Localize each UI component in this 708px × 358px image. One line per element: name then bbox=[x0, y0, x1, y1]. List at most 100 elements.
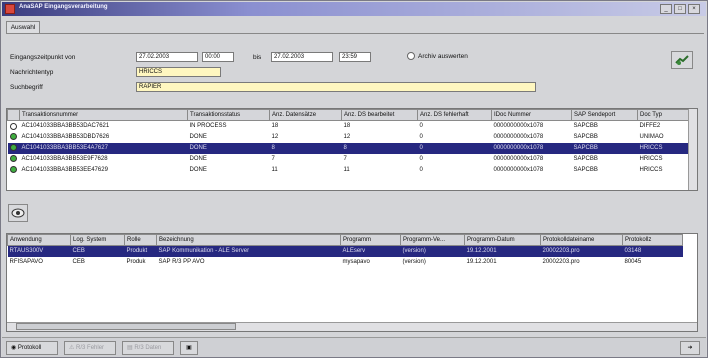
eye-icon: ◉ bbox=[11, 345, 18, 351]
to-date-field[interactable]: 27.02.2003 bbox=[271, 52, 333, 62]
execute-button[interactable] bbox=[671, 51, 693, 69]
table-row[interactable]: AC1041033BBA3BB53E9F7628 DONE 7 7 0 000000000… bbox=[8, 154, 691, 165]
table-cell: AC1041033BBA3BB53E9F7628 bbox=[21, 156, 108, 162]
maximize-button[interactable]: □ bbox=[674, 4, 686, 14]
column-header[interactable]: Transaktionsstatus bbox=[187, 109, 270, 121]
column-header[interactable]: Programm-Ve... bbox=[400, 234, 465, 246]
column-header[interactable]: Anz. Datensätze bbox=[269, 109, 342, 121]
status-cell bbox=[8, 165, 20, 176]
table-cell: CEB bbox=[72, 259, 85, 265]
table-cell: (version) bbox=[400, 245, 465, 257]
table-cell: AC1041033BBA3BB53DBD7626 bbox=[21, 134, 110, 140]
minimize-button[interactable]: _ bbox=[660, 4, 672, 14]
column-header[interactable]: Rolle bbox=[124, 234, 157, 246]
table-cell: 7 bbox=[343, 156, 347, 162]
archive-checkbox[interactable] bbox=[407, 52, 415, 60]
column-header[interactable]: Anz. DS fehlerhaft bbox=[417, 109, 492, 121]
msgtype-field[interactable]: HRICCS bbox=[136, 67, 221, 77]
transactions-grid: Transaktionsnummer Transaktionsstatus An… bbox=[6, 108, 698, 191]
column-header[interactable]: Log. System bbox=[70, 234, 125, 246]
table-cell: 03148 bbox=[622, 245, 683, 257]
column-header[interactable]: Transaktionsnummer bbox=[19, 109, 188, 121]
r3-errors-button-label: R/3 Fehler bbox=[76, 345, 105, 351]
column-header[interactable]: IDoc Nummer bbox=[491, 109, 572, 121]
protocol-button[interactable]: ◉ Protokoll bbox=[6, 341, 58, 355]
save-button[interactable]: ▣ bbox=[180, 341, 198, 355]
table-cell: 7 bbox=[271, 156, 275, 162]
search-label: Suchbegriff bbox=[10, 84, 43, 91]
r3-data-button[interactable]: ▤ R/3 Daten bbox=[122, 341, 174, 355]
table-row[interactable]: AC1041033BBA3BB53DBD7626 DONE 12 12 0 0000000… bbox=[8, 132, 691, 143]
from-date-field[interactable]: 27.02.2003 bbox=[136, 52, 198, 62]
save-icon: ▣ bbox=[186, 345, 192, 351]
table-cell: 18 bbox=[271, 123, 279, 130]
table-cell: (version) bbox=[402, 259, 426, 265]
table-cell: 11 bbox=[271, 167, 278, 173]
tab-auswahl[interactable]: Auswahl bbox=[6, 21, 40, 33]
title-bar[interactable]: AnaSAP Eingangsverarbeitung _ □ × bbox=[2, 2, 706, 16]
status-column-header[interactable] bbox=[7, 109, 20, 121]
column-header[interactable]: Protokolldateiname bbox=[540, 234, 623, 246]
table-cell: SAPCBB bbox=[571, 142, 638, 154]
table-cell: SAPCBB bbox=[573, 123, 598, 130]
to-time-field[interactable]: 23:59 bbox=[339, 52, 371, 62]
status-open-icon bbox=[9, 122, 17, 130]
table-cell: SAPCBB bbox=[573, 134, 598, 140]
table-cell: SAP Kommunikation - ALE Server bbox=[156, 245, 341, 257]
table-cell: IN PROCESS bbox=[189, 123, 227, 130]
table-row[interactable]: RFISAPAVO CEB Produk SAP R/3 PP AVO mysapavo… bbox=[8, 257, 683, 268]
table-row[interactable]: RTAUS300V CEB Produkt SAP Kommunikation - A… bbox=[7, 245, 683, 257]
status-ok-icon bbox=[9, 144, 17, 152]
vertical-scrollbar[interactable] bbox=[688, 109, 697, 190]
table-row[interactable]: AC1041033BBA3BB53EE47629 DONE 11 11 0 0000000… bbox=[8, 165, 691, 176]
table-cell: HRICCS bbox=[639, 156, 663, 162]
table-cell: RTAUS300V bbox=[7, 245, 71, 257]
table-cell: ALEserv bbox=[340, 245, 401, 257]
table-cell: AC1041033BBA3BB53EE47629 bbox=[21, 167, 108, 173]
app-icon bbox=[5, 4, 15, 14]
horizontal-scrollbar[interactable] bbox=[7, 322, 697, 331]
column-header[interactable]: Doc Typ bbox=[637, 109, 691, 121]
column-header[interactable]: Anz. DS bearbeitet bbox=[341, 109, 418, 121]
table-cell: DIFFE2 bbox=[639, 123, 661, 130]
close-button[interactable]: × bbox=[688, 4, 700, 14]
table-row[interactable]: AC1041033BBA3BB53DAC7621 IN PROCESS 18 18 0 0… bbox=[8, 121, 691, 132]
table-cell: 12 bbox=[271, 134, 279, 140]
status-ok-icon bbox=[9, 155, 17, 163]
table-cell: SAP R/3 PP AVO bbox=[158, 259, 205, 265]
table-cell: Produk bbox=[126, 259, 146, 265]
status-cell bbox=[8, 121, 20, 132]
r3-errors-button[interactable]: ⚠ R/3 Fehler bbox=[64, 341, 116, 355]
table-cell: HRICCS bbox=[637, 142, 691, 154]
exit-icon: ➜ bbox=[687, 345, 693, 351]
exit-button[interactable]: ➜ bbox=[680, 341, 700, 355]
table-cell: SAPCBB bbox=[573, 167, 598, 173]
column-header[interactable]: Bezeichnung bbox=[156, 234, 341, 246]
table-cell: 0000000000x1078 bbox=[491, 142, 572, 154]
details-button[interactable] bbox=[8, 204, 28, 222]
r3-data-button-label: R/3 Daten bbox=[134, 345, 162, 351]
table-cell: DONE bbox=[189, 156, 207, 162]
table-cell: 8 bbox=[269, 142, 342, 154]
column-header[interactable]: Programm bbox=[340, 234, 401, 246]
table-cell: 0 bbox=[419, 123, 423, 130]
table-row[interactable]: AC1041033BBA3BB53E4A7627 DONE 8 8 0 000000000… bbox=[7, 142, 691, 154]
applications-table: Anwendung Log. System Rolle Bezeichnung … bbox=[7, 234, 683, 268]
applications-grid: Anwendung Log. System Rolle Bezeichnung … bbox=[6, 233, 698, 332]
column-header[interactable]: Protokollz bbox=[622, 234, 683, 246]
archive-label: Archiv auswerten bbox=[418, 53, 468, 60]
table-cell: 80045 bbox=[624, 259, 642, 265]
status-cell bbox=[8, 132, 20, 143]
to-label: bis bbox=[253, 54, 262, 61]
window-controls: _ □ × bbox=[660, 4, 700, 14]
scrollbar-thumb[interactable] bbox=[16, 323, 236, 330]
from-time-field[interactable]: 00:00 bbox=[202, 52, 234, 62]
app-window: AnaSAP Eingangsverarbeitung _ □ × Auswah… bbox=[0, 0, 708, 358]
from-label: Eingangszeitpunkt von bbox=[10, 54, 76, 61]
search-field[interactable]: RAPIER bbox=[136, 82, 536, 92]
column-header[interactable]: Programm-Datum bbox=[464, 234, 541, 246]
table-cell: DONE bbox=[189, 167, 207, 173]
table-cell: RFISAPAVO bbox=[9, 259, 43, 265]
column-header[interactable]: Anwendung bbox=[7, 234, 71, 246]
column-header[interactable]: SAP Sendeport bbox=[571, 109, 638, 121]
